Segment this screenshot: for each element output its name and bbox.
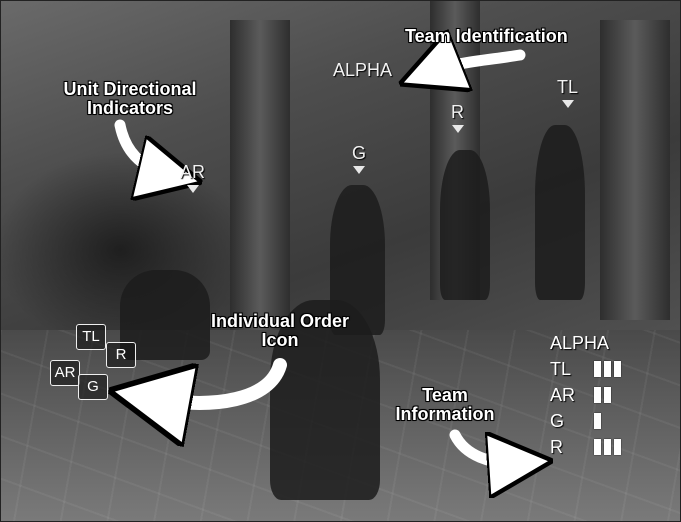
direction-marker-icon (186, 185, 199, 193)
status-bars (594, 413, 601, 429)
roster-member-label: AR (550, 384, 576, 405)
status-bar (604, 439, 611, 455)
status-bars (594, 361, 621, 377)
arrow-individual-order (150, 358, 287, 403)
arrow-team-information (449, 435, 520, 463)
callout-team-information: Team Information (385, 386, 505, 424)
status-bar (614, 439, 621, 455)
tag-team-leader: TL (557, 77, 578, 108)
status-bar (594, 439, 601, 455)
callout-team-information-text: Team Information (395, 385, 495, 424)
arrow-unit-directional (114, 119, 170, 175)
tag-grenadier-label: G (352, 143, 367, 163)
roster-title: ALPHA (550, 333, 610, 353)
tag-grenadier: G (352, 143, 366, 174)
status-bars (594, 387, 611, 403)
roster-rows: TL AR G R (550, 356, 670, 460)
roster-member-label: R (550, 436, 563, 457)
callout-individual-order-text: Individual Order Icon (210, 311, 350, 350)
callout-unit-directional-text: Unit Directional Indicators (63, 79, 197, 118)
callout-individual-order-icon: Individual Order Icon (210, 312, 350, 350)
status-bar (604, 361, 611, 377)
tag-rifleman: R (451, 102, 464, 133)
tag-auto-rifleman: AR (180, 162, 205, 193)
status-bar (594, 387, 601, 403)
status-bar (604, 387, 611, 403)
callout-team-identification: Team Identification (405, 26, 568, 46)
callout-unit-directional: Unit Directional Indicators (30, 80, 230, 118)
order-key-rifleman[interactable]: R (106, 342, 136, 368)
roster-member-label: G (550, 410, 565, 431)
arrow-team-identification (430, 55, 526, 72)
tag-rifleman-label: R (451, 102, 464, 122)
roster-row: AR (550, 382, 670, 408)
game-viewport: Team Identification Unit Directional Ind… (0, 0, 681, 522)
tag-auto-rifleman-label: AR (180, 162, 206, 182)
status-bar (594, 361, 601, 377)
status-bars (594, 439, 621, 455)
direction-marker-icon (451, 125, 464, 133)
team-roster: ALPHA TL AR G R (550, 333, 670, 460)
status-bar (614, 361, 621, 377)
roster-row: TL (550, 356, 670, 382)
direction-marker-icon (561, 100, 574, 108)
tag-team-alpha: ALPHA (333, 60, 393, 80)
tag-team-leader-label: TL (557, 77, 579, 97)
order-icon-cluster[interactable]: TL R AR G (50, 320, 140, 410)
direction-marker-icon (353, 166, 365, 174)
roster-row: G (550, 408, 670, 434)
status-bar (594, 413, 601, 429)
roster-member-label: TL (550, 358, 572, 379)
order-key-grenadier[interactable]: G (78, 374, 108, 400)
order-key-auto-rifleman[interactable]: AR (50, 360, 80, 386)
roster-row: R (550, 434, 670, 460)
order-key-team-leader[interactable]: TL (76, 324, 106, 350)
